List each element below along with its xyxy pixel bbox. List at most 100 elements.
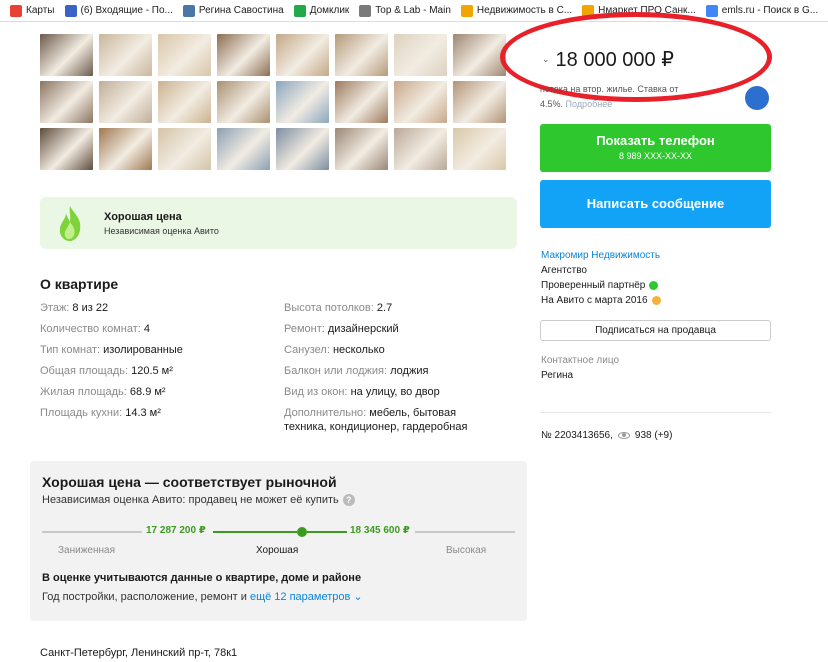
contact-person-name: Регина bbox=[541, 370, 574, 381]
ad-meta: № 2203413656, 938 (+9) bbox=[541, 430, 672, 441]
photo-thumbnail[interactable] bbox=[158, 81, 211, 123]
bookmark-item[interactable]: Недвижимость в С... bbox=[460, 4, 573, 17]
photo-thumbnail[interactable] bbox=[217, 81, 270, 123]
photo-thumbnail[interactable] bbox=[40, 34, 93, 76]
subscribe-seller-button[interactable]: Подписаться на продавца bbox=[540, 320, 771, 341]
page-icon bbox=[359, 4, 372, 17]
param-value-continued: техника, кондиционер, гардеробная bbox=[284, 421, 468, 433]
photo-row bbox=[40, 81, 512, 123]
bank-logo-icon[interactable] bbox=[745, 86, 769, 110]
param-value: 4 bbox=[143, 323, 150, 335]
mortgage-text: потека на втор. жилье. Ставка от bbox=[540, 84, 679, 94]
bookmark-label: Недвижимость в С... bbox=[476, 5, 573, 16]
photo-thumbnail[interactable] bbox=[99, 34, 152, 76]
scale-high-segment bbox=[415, 531, 515, 533]
bookmark-label: Регина Савостина bbox=[198, 5, 284, 16]
bookmark-item[interactable]: Карты bbox=[10, 4, 55, 17]
param-value: на улицу, во двор bbox=[350, 386, 440, 398]
divider bbox=[540, 412, 771, 413]
photo-thumbnail[interactable] bbox=[335, 128, 388, 170]
zone-high: Высокая bbox=[446, 545, 487, 556]
eye-icon bbox=[617, 432, 630, 439]
bookmark-item[interactable]: (6) Входящие - По... bbox=[64, 4, 173, 17]
good-price-banner: Хорошая цена Независимая оценка Авито bbox=[40, 197, 517, 249]
param-row: Общая площадь: 120.5 м² bbox=[40, 364, 173, 378]
param-value: 68.9 м² bbox=[129, 386, 166, 398]
seller-since: На Авито с марта 2016 bbox=[541, 295, 661, 306]
param-value: 8 из 22 bbox=[72, 302, 109, 314]
scale-low-segment bbox=[42, 531, 142, 533]
medal-icon bbox=[651, 296, 661, 305]
param-row: Вид из окон: на улицу, во двор bbox=[284, 385, 440, 399]
photo-thumbnail[interactable] bbox=[158, 34, 211, 76]
param-row: Количество комнат: 4 bbox=[40, 322, 150, 336]
param-value: 14.3 м² bbox=[125, 407, 161, 419]
scale-high-bound: 18 345 600 ₽ bbox=[350, 525, 410, 536]
param-row: Санузел: несколько bbox=[284, 343, 385, 357]
param-value: мебель, бытовая bbox=[369, 407, 457, 419]
photo-thumbnail[interactable] bbox=[335, 34, 388, 76]
photo-thumbnail[interactable] bbox=[394, 128, 447, 170]
seller-since-text: На Авито с марта 2016 bbox=[541, 295, 648, 306]
scale-low-bound: 17 287 200 ₽ bbox=[146, 525, 206, 536]
param-value: 2.7 bbox=[376, 302, 393, 314]
banner-title: Хорошая цена bbox=[104, 210, 182, 223]
photo-thumbnail[interactable] bbox=[394, 81, 447, 123]
mortgage-details-link[interactable]: Подробнее bbox=[566, 99, 613, 109]
help-icon[interactable]: ? bbox=[342, 494, 355, 506]
param-value: лоджия bbox=[390, 365, 429, 377]
show-phone-button[interactable]: Показать телефон 8 989 XXX-XX-XX bbox=[540, 124, 771, 172]
param-key: Тип комнат: bbox=[40, 344, 101, 356]
param-row: Дополнительно: мебель, бытовая техника, к… bbox=[284, 406, 467, 434]
photo-row bbox=[40, 34, 512, 76]
photo-thumbnail[interactable] bbox=[217, 128, 270, 170]
bookmark-item[interactable]: Top & Lab - Main bbox=[359, 4, 451, 17]
seller-type-text: Агентство bbox=[541, 265, 587, 276]
photo-thumbnail[interactable] bbox=[276, 34, 329, 76]
photo-thumbnail[interactable] bbox=[99, 81, 152, 123]
photo-thumbnail[interactable] bbox=[40, 81, 93, 123]
photo-thumbnail[interactable] bbox=[276, 128, 329, 170]
estimate-subtitle-text: Независимая оценка Авито: продавец не мо… bbox=[42, 494, 339, 506]
photo-thumbnail[interactable] bbox=[40, 128, 93, 170]
param-value: несколько bbox=[332, 344, 385, 356]
bookmark-item[interactable]: emls.ru - Поиск в G... bbox=[705, 4, 818, 17]
photo-thumbnail[interactable] bbox=[394, 34, 447, 76]
photo-thumbnail[interactable] bbox=[99, 128, 152, 170]
maps-pin-icon bbox=[10, 4, 22, 17]
photo-thumbnail[interactable] bbox=[453, 81, 506, 123]
param-key: Вид из окон: bbox=[284, 386, 348, 398]
phone-masked: 8 989 XXX-XX-XX bbox=[618, 151, 693, 161]
banner-subtitle: Независимая оценка Авито bbox=[104, 225, 219, 236]
estimate-title: Хорошая цена — соответствует рыночной bbox=[42, 474, 337, 490]
photo-thumbnail[interactable] bbox=[453, 128, 506, 170]
param-row: Ремонт: дизайнерский bbox=[284, 322, 399, 336]
estimate-subtitle: Независимая оценка Авито: продавец не мо… bbox=[42, 494, 355, 506]
zone-low: Заниженная bbox=[58, 545, 115, 556]
more-params-link[interactable]: ещё 12 параметров ⌄ bbox=[250, 591, 363, 603]
bookmark-item[interactable]: Регина Савостина bbox=[182, 4, 284, 17]
param-key: Площадь кухни: bbox=[40, 407, 123, 419]
photo-thumbnail[interactable] bbox=[453, 34, 506, 76]
param-key: Высота потолков: bbox=[284, 302, 374, 314]
param-key: Ремонт: bbox=[284, 323, 325, 335]
domclick-icon bbox=[293, 4, 306, 17]
param-key: Количество комнат: bbox=[40, 323, 141, 335]
photo-thumbnail[interactable] bbox=[335, 81, 388, 123]
param-value: изолированные bbox=[103, 344, 183, 356]
write-message-button[interactable]: Написать сообщение bbox=[540, 180, 771, 228]
address: Санкт-Петербург, Ленинский пр-т, 78к1 bbox=[40, 647, 238, 659]
param-value: дизайнерский bbox=[327, 323, 399, 335]
photo-thumbnail[interactable] bbox=[158, 128, 211, 170]
bookmark-label: Карты bbox=[26, 5, 55, 16]
mail-icon bbox=[64, 4, 77, 17]
photo-thumbnail[interactable] bbox=[276, 81, 329, 123]
vk-icon bbox=[182, 4, 195, 17]
bookmark-item[interactable]: Домклик bbox=[293, 4, 349, 17]
price-estimate-card: Хорошая цена — соответствует рыночной Не… bbox=[30, 461, 527, 621]
ad-views: 938 (+9) bbox=[634, 430, 673, 441]
seller-name-link[interactable]: Макромир Недвижимость bbox=[541, 250, 660, 261]
param-key: Санузел: bbox=[284, 344, 330, 356]
photo-thumbnail[interactable] bbox=[217, 34, 270, 76]
estimate-note-title: В оценке учитываются данные о квартире, … bbox=[42, 572, 362, 584]
